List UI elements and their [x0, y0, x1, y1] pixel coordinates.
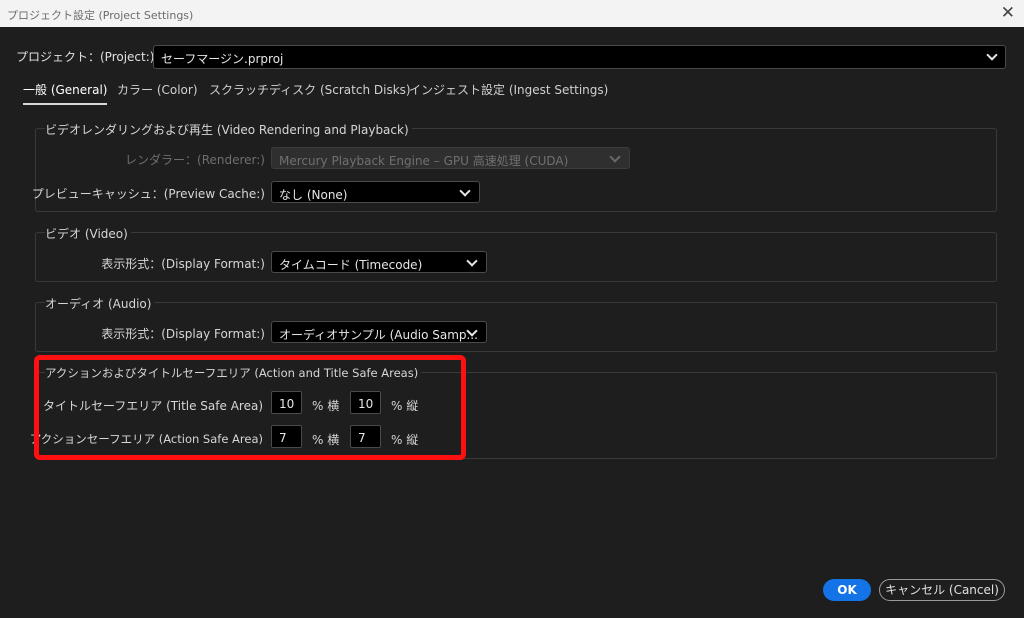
video-rendering-title: ビデオレンダリングおよび再生 (Video Rendering and Play… — [45, 121, 412, 138]
chevron-down-icon — [986, 49, 998, 61]
ok-button[interactable]: OK — [823, 579, 871, 601]
preview-cache-value: なし (None) — [279, 188, 348, 202]
video-title: ビデオ (Video) — [45, 225, 131, 242]
video-display-format-label: 表示形式：(Display Format:) — [101, 257, 265, 271]
project-label: プロジェクト：(Project:) — [16, 50, 155, 64]
tab-scratch-disks[interactable]: スクラッチディスク (Scratch Disks) — [209, 81, 411, 98]
video-display-format-select[interactable]: タイムコード (Timecode) — [271, 251, 487, 273]
cancel-button[interactable]: キャンセル (Cancel) — [879, 579, 1005, 601]
video-display-format-value: タイムコード (Timecode) — [279, 258, 423, 272]
window-title: プロジェクト設定 (Project Settings) — [7, 9, 194, 22]
chevron-down-icon — [609, 151, 621, 163]
renderer-select: Mercury Playback Engine – GPU 高速処理 (CUDA… — [271, 147, 630, 169]
chevron-down-icon — [459, 185, 471, 197]
project-select-value: セーフマージン.prproj — [161, 52, 284, 66]
project-select[interactable]: セーフマージン.prproj — [153, 45, 1006, 69]
preview-cache-label: プレビューキャッシュ：(Preview Cache:) — [31, 187, 265, 201]
tab-general[interactable]: 一般 (General) — [23, 81, 108, 105]
audio-title: オーディオ (Audio) — [45, 295, 155, 312]
renderer-value: Mercury Playback Engine – GPU 高速処理 (CUDA… — [279, 154, 569, 168]
window-titlebar: プロジェクト設定 (Project Settings) ✕ — [0, 0, 1024, 27]
audio-display-format-value: オーディオサンプル (Audio Samp... — [279, 328, 478, 342]
tab-ingest-settings[interactable]: インジェスト設定 (Ingest Settings) — [409, 81, 608, 98]
chevron-down-icon — [466, 255, 478, 267]
renderer-label: レンダラー：(Renderer:) — [125, 153, 265, 167]
audio-display-format-label: 表示形式：(Display Format:) — [101, 327, 265, 341]
audio-display-format-select[interactable]: オーディオサンプル (Audio Samp... — [271, 321, 487, 343]
highlight-frame — [34, 355, 466, 460]
close-icon[interactable]: ✕ — [1001, 3, 1015, 23]
tab-color[interactable]: カラー (Color) — [117, 81, 198, 98]
preview-cache-select[interactable]: なし (None) — [271, 181, 480, 203]
